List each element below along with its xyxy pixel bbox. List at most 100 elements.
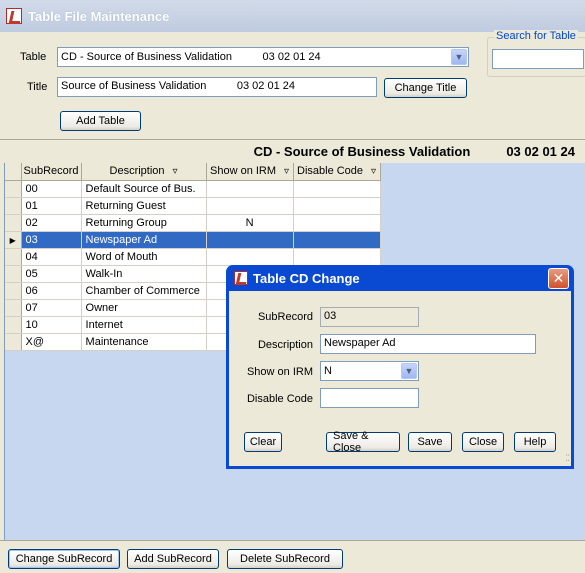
title-label: Title bbox=[27, 81, 48, 93]
save-close-button[interactable]: Save & Close bbox=[326, 430, 400, 454]
cell-description[interactable]: Maintenance bbox=[81, 333, 207, 351]
dialog-disable-input[interactable] bbox=[320, 388, 419, 408]
app-logo-icon bbox=[6, 8, 22, 24]
cell-disable-code[interactable] bbox=[293, 248, 381, 266]
cell-subrecord[interactable]: X@ bbox=[21, 333, 82, 351]
table-select[interactable]: CD - Source of Business Validation 03 02… bbox=[57, 47, 469, 67]
cell-description[interactable]: Chamber of Commerce bbox=[81, 282, 207, 300]
cell-subrecord[interactable]: 03 bbox=[21, 231, 82, 249]
cell-description[interactable]: Word of Mouth bbox=[81, 248, 207, 266]
search-group: Search for Table bbox=[487, 30, 585, 77]
cell-show-irm[interactable] bbox=[206, 248, 294, 266]
table-row[interactable]: 01 Returning Guest bbox=[5, 197, 381, 215]
table-file-maintenance-window: Table File Maintenance Table CD - Source… bbox=[0, 0, 585, 573]
help-button[interactable]: Help bbox=[514, 432, 556, 452]
cell-disable-code[interactable] bbox=[293, 214, 381, 232]
cell-subrecord[interactable]: 02 bbox=[21, 214, 82, 232]
table-row[interactable]: 04 Word of Mouth bbox=[5, 248, 381, 266]
close-icon[interactable]: ✕ bbox=[548, 268, 569, 289]
row-selector[interactable] bbox=[5, 316, 22, 334]
cell-description[interactable]: Returning Group bbox=[81, 214, 207, 232]
clear-button[interactable]: Clear bbox=[244, 432, 282, 452]
dialog-subrecord-label: SubRecord bbox=[257, 311, 313, 323]
col-header-description-label: Description bbox=[109, 165, 165, 178]
col-header-show-irm-label: Show on IRM bbox=[210, 165, 277, 178]
row-selector[interactable] bbox=[5, 282, 22, 300]
row-pointer-icon: ▶ bbox=[9, 235, 16, 245]
cell-show-irm[interactable]: N bbox=[206, 214, 294, 232]
filter-icon[interactable]: ▿ bbox=[284, 166, 289, 177]
filter-icon[interactable]: ▿ bbox=[173, 166, 178, 177]
table-select-value: CD - Source of Business Validation 03 02… bbox=[61, 51, 321, 63]
cell-subrecord[interactable]: 10 bbox=[21, 316, 82, 334]
table-row[interactable]: 00 Default Source of Bus. bbox=[5, 180, 381, 198]
change-subrecord-button[interactable]: Change SubRecord bbox=[8, 549, 120, 569]
row-selector[interactable] bbox=[5, 299, 22, 317]
dialog-description-input[interactable]: Newspaper Ad bbox=[320, 334, 536, 354]
grid-header-row: SubRecord Description ▿ Show on IRM ▿ Disa… bbox=[5, 163, 381, 181]
save-button[interactable]: Save bbox=[408, 432, 452, 452]
cell-description[interactable]: Owner bbox=[81, 299, 207, 317]
dialog-body: SubRecord 03 Description Newspaper Ad Sh… bbox=[229, 291, 571, 466]
row-selector[interactable]: ▶ bbox=[5, 231, 22, 249]
dialog-description-label: Description bbox=[257, 339, 313, 351]
close-button[interactable]: Close bbox=[462, 432, 504, 452]
dialog-title-bar[interactable]: Table CD Change ✕ bbox=[229, 265, 571, 291]
table-row[interactable]: 02 Returning Group N bbox=[5, 214, 381, 232]
filter-icon[interactable]: ▿ bbox=[371, 166, 376, 177]
app-logo-icon bbox=[234, 271, 248, 285]
title-bar[interactable]: Table File Maintenance bbox=[0, 0, 585, 32]
title-input[interactable]: Source of Business Validation 03 02 01 2… bbox=[57, 77, 377, 97]
change-title-button[interactable]: Change Title bbox=[384, 78, 467, 98]
row-header-corner bbox=[5, 163, 22, 181]
cell-description[interactable]: Newspaper Ad bbox=[81, 231, 207, 249]
col-header-disable-code[interactable]: Disable Code ▿ bbox=[293, 163, 381, 181]
resize-grip-icon[interactable]: ⁚⁚ bbox=[565, 453, 570, 464]
cell-subrecord[interactable]: 01 bbox=[21, 197, 82, 215]
row-selector[interactable] bbox=[5, 248, 22, 266]
row-selector[interactable] bbox=[5, 214, 22, 232]
table-banner: CD - Source of Business Validation 03 02… bbox=[0, 139, 585, 162]
cell-show-irm[interactable] bbox=[206, 180, 294, 198]
dialog-show-irm-label: Show on IRM bbox=[246, 366, 313, 378]
dialog-title: Table CD Change bbox=[253, 270, 360, 286]
row-selector[interactable] bbox=[5, 180, 22, 198]
cell-subrecord[interactable]: 04 bbox=[21, 248, 82, 266]
col-header-subrecord-label: SubRecord bbox=[23, 165, 79, 178]
dialog-subrecord-field: 03 bbox=[320, 307, 419, 327]
dialog-show-irm-value: N bbox=[324, 365, 332, 377]
cell-description[interactable]: Returning Guest bbox=[81, 197, 207, 215]
col-header-description[interactable]: Description ▿ bbox=[81, 163, 207, 181]
search-input[interactable] bbox=[492, 49, 584, 69]
col-header-show-irm[interactable]: Show on IRM ▿ bbox=[206, 163, 294, 181]
cell-disable-code[interactable] bbox=[293, 231, 381, 249]
cell-disable-code[interactable] bbox=[293, 197, 381, 215]
bottom-toolbar: Change SubRecord Add SubRecord Delete Su… bbox=[0, 540, 585, 573]
row-selector[interactable] bbox=[5, 197, 22, 215]
cell-subrecord[interactable]: 06 bbox=[21, 282, 82, 300]
table-label: Table bbox=[20, 51, 47, 63]
cell-show-irm[interactable] bbox=[206, 231, 294, 249]
row-selector[interactable] bbox=[5, 265, 22, 283]
cell-subrecord[interactable]: 07 bbox=[21, 299, 82, 317]
add-subrecord-button[interactable]: Add SubRecord bbox=[127, 549, 219, 569]
delete-subrecord-button[interactable]: Delete SubRecord bbox=[227, 549, 343, 569]
search-label: Search for Table bbox=[494, 30, 578, 42]
chevron-down-icon[interactable]: ▼ bbox=[401, 363, 417, 379]
row-selector[interactable] bbox=[5, 333, 22, 351]
table-row[interactable]: ▶ 03 Newspaper Ad bbox=[5, 231, 381, 249]
table-change-dialog: Table CD Change ✕ SubRecord 03 Descripti… bbox=[226, 265, 574, 469]
window-title: Table File Maintenance bbox=[28, 8, 170, 24]
col-header-subrecord[interactable]: SubRecord bbox=[21, 163, 82, 181]
cell-description[interactable]: Walk-In bbox=[81, 265, 207, 283]
add-table-button[interactable]: Add Table bbox=[60, 111, 141, 131]
cell-subrecord[interactable]: 00 bbox=[21, 180, 82, 198]
cell-disable-code[interactable] bbox=[293, 180, 381, 198]
dialog-show-irm-select[interactable]: N ▼ bbox=[320, 361, 419, 381]
chevron-down-icon[interactable]: ▼ bbox=[451, 49, 467, 65]
cell-subrecord[interactable]: 05 bbox=[21, 265, 82, 283]
cell-show-irm[interactable] bbox=[206, 197, 294, 215]
cell-description[interactable]: Internet bbox=[81, 316, 207, 334]
banner-title: CD - Source of Business Validation bbox=[253, 143, 471, 159]
cell-description[interactable]: Default Source of Bus. bbox=[81, 180, 207, 198]
